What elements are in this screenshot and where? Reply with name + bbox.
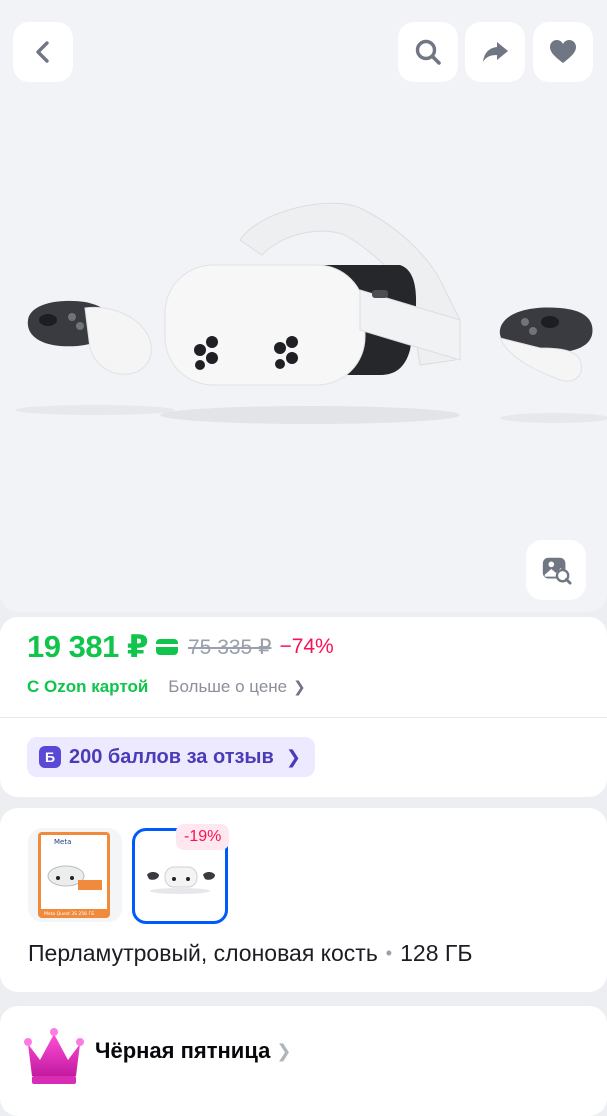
left-controller <box>27 300 152 375</box>
promo-title: Чёрная пятница ❯ <box>95 1038 291 1064</box>
selected-variant-text: Перламутровый, слоновая кость • 128 ГБ <box>28 940 472 967</box>
selected-storage: 128 ГБ <box>400 940 473 966</box>
more-about-price-link[interactable]: Больше о цене <box>168 677 287 697</box>
thumb-caption: Meta Quest 3S 256 ГБ <box>44 911 94 917</box>
search-button[interactable] <box>398 22 458 82</box>
separator-dot: • <box>385 943 393 963</box>
variant-thumbnail-image: Meta Meta Quest 3S 256 ГБ <box>38 832 110 918</box>
promo-title-text: Чёрная пятница <box>95 1038 271 1063</box>
right-controller <box>499 307 593 382</box>
variant-selector: Meta Meta Quest 3S 256 ГБ -19% Перламутр… <box>0 808 607 992</box>
current-price: 19 381 ₽ <box>27 629 149 664</box>
chevron-right-icon: ❯ <box>276 1040 292 1061</box>
price-section: 19 381 ₽ 75 335 ₽ −74% С Ozon картой Бол… <box>0 617 607 797</box>
old-price: 75 335 ₽ <box>188 635 272 659</box>
ozon-card-label: С Ozon картой <box>27 677 149 696</box>
headset <box>164 202 461 386</box>
points-icon: Б <box>39 746 61 768</box>
divider <box>0 717 607 718</box>
favorite-button[interactable] <box>533 22 593 82</box>
heart-icon <box>550 40 576 63</box>
price-row[interactable]: 19 381 ₽ 75 335 ₽ −74% <box>27 629 334 665</box>
discount-percent: −74% <box>279 635 334 658</box>
image-search-button[interactable] <box>526 540 586 600</box>
black-friday-banner[interactable]: Чёрная пятница ❯ <box>0 1006 607 1116</box>
chevron-right-icon: ❯ <box>285 746 301 767</box>
price-details-link[interactable]: С Ozon картой Больше о цене ❯ <box>27 677 306 697</box>
selected-color: Перламутровый, слоновая кость <box>28 940 378 966</box>
share-arrow-icon <box>483 42 508 62</box>
share-button[interactable] <box>465 22 525 82</box>
review-points-label: 200 баллов за отзыв <box>69 745 274 768</box>
variant-thumbnail[interactable]: Meta Meta Quest 3S 256 ГБ <box>28 828 122 922</box>
product-image <box>15 202 607 424</box>
variant-discount-badge: -19% <box>176 824 230 850</box>
thumb-brand: Meta <box>54 838 71 846</box>
ozon-card-icon <box>156 639 178 655</box>
crown-icon <box>24 1028 84 1084</box>
review-points-badge[interactable]: Б 200 баллов за отзыв ❯ <box>27 737 315 777</box>
product-gallery[interactable] <box>0 0 607 612</box>
chevron-right-icon: ❯ <box>293 679 306 696</box>
chevron-left-icon <box>36 41 49 63</box>
image-search-icon <box>542 557 572 585</box>
search-icon <box>415 39 441 65</box>
back-button[interactable] <box>13 22 73 82</box>
